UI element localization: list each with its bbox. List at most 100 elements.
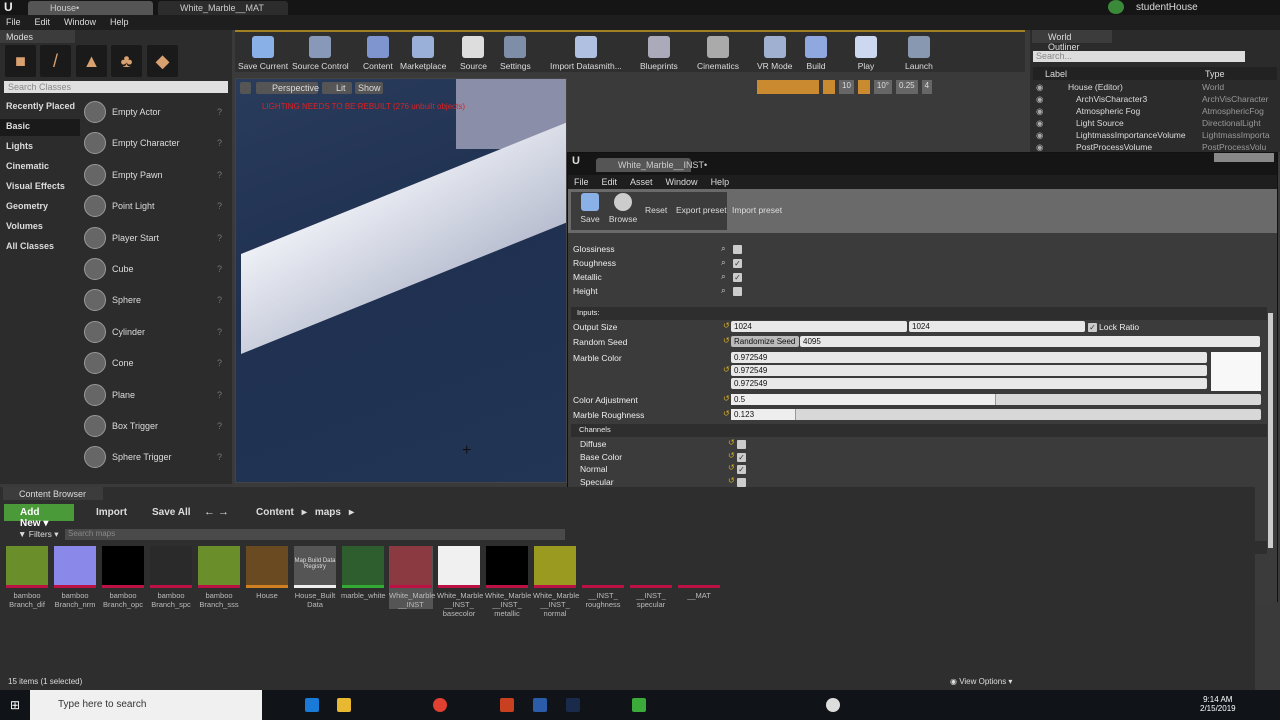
reset-arrow-icon[interactable]: ↺	[723, 409, 730, 418]
output-checkbox[interactable]: ✓	[733, 259, 742, 268]
help-icon[interactable]: ?	[217, 295, 222, 305]
marketplace-button[interactable]: Marketplace	[400, 36, 446, 71]
landscape-mode-icon[interactable]: ▲	[76, 45, 107, 77]
marble-color-channel-input[interactable]: 0.972549	[731, 352, 1207, 363]
mat-menu-file[interactable]: File	[574, 177, 589, 187]
asset-tile[interactable]: White_Marble __INST_ metallic	[485, 546, 531, 618]
channel-checkbox[interactable]: ✓	[737, 465, 746, 475]
category-volumes[interactable]: Volumes	[6, 221, 43, 231]
help-icon[interactable]: ?	[217, 201, 222, 211]
paint-mode-icon[interactable]: /	[40, 45, 71, 77]
details-scrollbar[interactable]	[1268, 313, 1273, 548]
category-visual-effects[interactable]: Visual Effects	[6, 181, 65, 191]
help-icon[interactable]: ?	[217, 452, 222, 462]
show-button[interactable]: Show	[355, 82, 383, 94]
outliner-tab[interactable]: World Outliner	[1032, 30, 1112, 52]
breadcrumb-content[interactable]: Content	[240, 507, 294, 518]
menu-file[interactable]: File	[6, 17, 21, 28]
search-icon[interactable]: ⌕	[721, 285, 726, 296]
chrome-icon[interactable]	[433, 698, 447, 712]
windows-start-icon[interactable]: ⊞	[10, 698, 20, 712]
output-height-select[interactable]: 1024	[909, 321, 1085, 332]
save-button[interactable]: Save	[576, 193, 604, 224]
vr-mode-button[interactable]: VR Mode	[757, 36, 792, 71]
column-label[interactable]: Label	[1045, 69, 1067, 79]
reset-button[interactable]: Reset	[645, 205, 667, 215]
asset-tile[interactable]: House	[245, 546, 289, 600]
help-icon[interactable]: ?	[217, 421, 222, 431]
place-item[interactable]: Cone?	[84, 349, 228, 377]
channel-checkbox[interactable]: ✓	[737, 452, 746, 462]
tab-white-marble-mat[interactable]: White_Marble__MAT	[158, 1, 288, 15]
unreal-engine-taskbar-icon[interactable]	[826, 698, 840, 712]
grid-snap-value[interactable]: 10	[839, 80, 854, 94]
help-icon[interactable]: ?	[217, 233, 222, 243]
inputs-section-header[interactable]: Inputs:	[571, 307, 1267, 320]
rotation-snap-toggle[interactable]	[857, 80, 870, 94]
marble-color-channel-input[interactable]: 0.972549	[731, 365, 1207, 376]
place-item[interactable]: Sphere?	[84, 286, 228, 314]
mat-menu-window[interactable]: Window	[666, 177, 698, 187]
reset-arrow-icon[interactable]: ↺	[728, 451, 735, 460]
marble-color-channel-input[interactable]: 0.972549	[731, 378, 1207, 389]
outliner-row[interactable]: ◉ LightmassImportanceVolume LightmassImpor…	[1030, 130, 1274, 142]
channel-checkbox[interactable]	[737, 477, 746, 487]
place-item[interactable]: Plane?	[84, 381, 228, 409]
rotation-snap-value[interactable]: 10°	[873, 80, 893, 94]
asset-tile[interactable]: bamboo Branch_sss	[197, 546, 241, 609]
color-adjustment-slider[interactable]: 0.5	[731, 394, 1261, 405]
lit-button[interactable]: Lit	[322, 82, 352, 94]
place-item[interactable]: Sphere Trigger?	[84, 443, 228, 471]
geometry-mode-icon[interactable]: ◆	[147, 45, 178, 77]
lock-ratio-checkbox[interactable]: ✓	[1088, 323, 1097, 332]
channel-checkbox[interactable]	[737, 440, 746, 449]
camtasia-icon[interactable]	[632, 698, 646, 712]
history-arrows-icon[interactable]: ← →	[204, 506, 229, 518]
build-button[interactable]: Build	[805, 36, 827, 71]
help-icon[interactable]: ?	[217, 138, 222, 148]
blueprints-button[interactable]: Blueprints	[640, 36, 678, 71]
asset-tile[interactable]: bamboo Branch_nrm	[53, 546, 97, 609]
category-cinematic[interactable]: Cinematic	[6, 161, 49, 171]
mat-menu-asset[interactable]: Asset	[630, 177, 653, 187]
browse-button[interactable]: Browse	[608, 193, 638, 224]
reset-arrow-icon[interactable]: ↺	[723, 336, 730, 345]
menu-edit[interactable]: Edit	[35, 17, 51, 28]
outliner-row[interactable]: ◉ Light Source DirectionalLight	[1030, 118, 1274, 130]
asset-tile[interactable]: bamboo Branch_opc	[101, 546, 145, 609]
asset-tile[interactable]: __MAT	[677, 546, 721, 600]
category-geometry[interactable]: Geometry	[6, 201, 48, 211]
camera-speed-value[interactable]: 4	[921, 80, 933, 94]
category-recently-placed[interactable]: Recently Placed	[6, 101, 75, 111]
search-icon[interactable]: ⌕	[721, 257, 726, 268]
clock[interactable]: 9:14 AM 2/15/2019	[1200, 695, 1236, 713]
visibility-eye-icon[interactable]: ◉	[1036, 106, 1043, 117]
help-icon[interactable]: ?	[217, 390, 222, 400]
visibility-eye-icon[interactable]: ◉	[1036, 82, 1043, 93]
perspective-button[interactable]: Perspective	[256, 82, 319, 94]
help-icon[interactable]: ?	[217, 358, 222, 368]
save-current-button[interactable]: Save Current	[238, 36, 288, 71]
visibility-eye-icon[interactable]: ◉	[1036, 94, 1043, 105]
outliner-row[interactable]: ◉ Atmospheric Fog AtmosphericFog	[1030, 106, 1274, 118]
tab-white-marble-inst[interactable]: White_Marble__INST•	[596, 158, 707, 172]
marble-color-swatch[interactable]	[1211, 352, 1261, 391]
output-checkbox[interactable]: ✓	[733, 273, 742, 282]
outliner-row[interactable]: ◉ ArchVisCharacter3 ArchVisCharacter	[1030, 94, 1274, 106]
content-button[interactable]: Content	[363, 36, 393, 71]
modes-tab[interactable]: Modes	[0, 30, 75, 43]
reset-arrow-icon[interactable]: ↺	[728, 463, 735, 472]
scale-snap-value[interactable]: 0.25	[896, 80, 918, 94]
randomize-seed-button[interactable]: Randomize Seed	[731, 336, 799, 347]
search-maps-input[interactable]: Search maps	[65, 529, 565, 540]
category-all-classes[interactable]: All Classes	[6, 241, 54, 251]
category-basic[interactable]: Basic	[6, 121, 30, 131]
asset-tile[interactable]: __INST_ roughness	[581, 546, 625, 609]
asset-tile[interactable]: White_Marble __INST_ normal	[533, 546, 579, 618]
content-browser-tab[interactable]: Content Browser	[3, 487, 103, 500]
help-icon[interactable]: ?	[217, 170, 222, 180]
asset-tile[interactable]: bamboo Branch_dif	[5, 546, 49, 609]
play-button[interactable]: Play	[855, 36, 877, 71]
reset-arrow-icon[interactable]: ↺	[728, 476, 735, 485]
powerpoint-icon[interactable]	[500, 698, 514, 712]
